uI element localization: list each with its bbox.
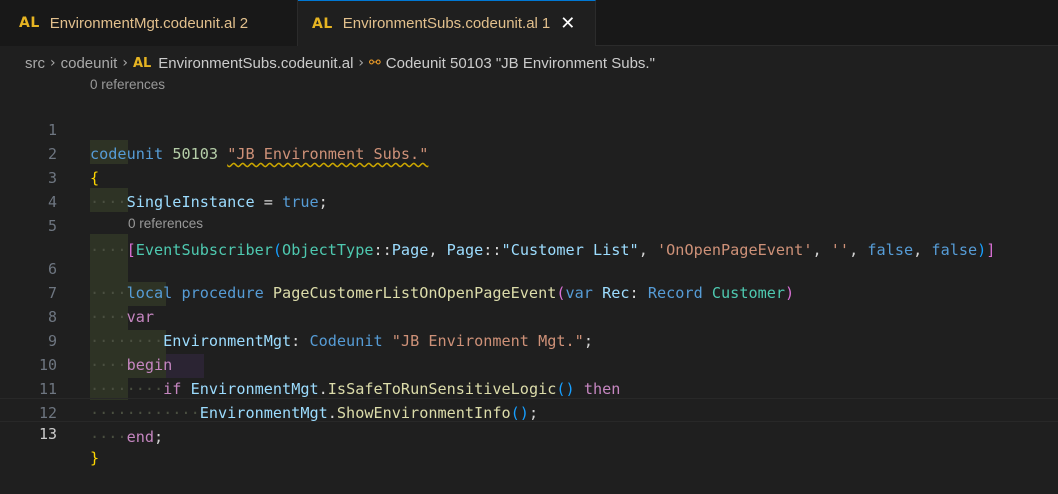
codelens-references[interactable]: 0 references	[128, 214, 203, 234]
editor-tab-bar: AL EnvironmentMgt.codeunit.al 2 AL Envir…	[0, 0, 1058, 46]
symbol-class-icon: ⚯	[369, 55, 381, 71]
code-line: 6 ····local procedure PageCustomerListOn…	[0, 233, 1058, 302]
tab-environment-mgt[interactable]: AL EnvironmentMgt.codeunit.al 2	[0, 0, 298, 46]
al-language-icon: AL	[19, 15, 40, 31]
line-number: 13	[38, 425, 57, 443]
tab-environment-subs[interactable]: AL EnvironmentSubs.codeunit.al 1 ✕	[298, 0, 596, 46]
chevron-right-icon: ›	[358, 55, 365, 71]
code-line: 11 ············EnvironmentMgt.ShowEnviro…	[0, 353, 1058, 422]
codelens-references[interactable]: 0 references	[90, 75, 165, 95]
code-token: }	[90, 449, 100, 467]
breadcrumb-item-codeunit[interactable]: codeunit	[61, 55, 118, 72]
code-line: 7 ····var	[0, 257, 1058, 326]
code-line: 1 codeunit 50103 "JB Environment Subs."	[0, 94, 1058, 163]
close-icon[interactable]: ✕	[560, 13, 575, 34]
code-token: end	[126, 428, 155, 446]
tab-filename: EnvironmentMgt.codeunit.al	[49, 14, 236, 32]
code-line: 10 ········if EnvironmentMgt.IsSafeToRun…	[0, 329, 1058, 398]
chevron-right-icon: ›	[50, 55, 56, 71]
code-line: 8 ········EnvironmentMgt: Codeunit "JB E…	[0, 281, 1058, 350]
breadcrumb-item-file[interactable]: EnvironmentSubs.codeunit.al	[158, 55, 353, 72]
al-language-icon: AL	[132, 55, 152, 71]
code-line: 5 ····[EventSubscriber(ObjectType::Page,…	[0, 190, 1058, 259]
code-line: 9 ····begin	[0, 305, 1058, 374]
code-line: 2 {	[0, 118, 1058, 187]
tab-problem-count: 2	[239, 14, 249, 32]
code-token: ;	[154, 428, 164, 446]
breadcrumb-item-src[interactable]: src	[25, 55, 45, 72]
code-line: 3 ····SingleInstance = true;	[0, 142, 1058, 211]
code-line: 4	[0, 166, 1058, 211]
al-language-icon: AL	[312, 15, 333, 32]
chevron-right-icon: ›	[122, 55, 128, 71]
code-line: 13 }	[0, 398, 1058, 467]
tab-filename: EnvironmentSubs.codeunit.al	[342, 15, 538, 32]
breadcrumb: src › codeunit › AL EnvironmentSubs.code…	[25, 52, 655, 74]
breadcrumb-item-symbol[interactable]: Codeunit 50103 "JB Environment Subs."	[386, 55, 655, 72]
code-editor[interactable]: 0 references 1 codeunit 50103 "JB Enviro…	[0, 74, 1058, 467]
tab-problem-count: 1	[541, 15, 551, 32]
